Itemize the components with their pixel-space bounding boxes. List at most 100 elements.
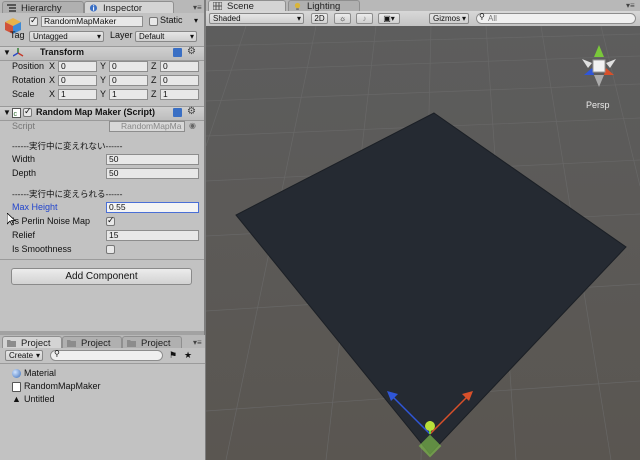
script-enabled-checkbox[interactable] <box>23 106 32 117</box>
help-book-icon[interactable] <box>173 108 182 117</box>
panel-menu-icon[interactable]: ▾≡ <box>193 3 202 12</box>
position-y-label[interactable]: Y <box>100 61 106 72</box>
rotation-z-label[interactable]: Z <box>151 75 157 86</box>
mode-2d-toggle[interactable]: 2D <box>311 13 328 24</box>
folder-icon <box>127 340 136 347</box>
scene-search-input[interactable]: All <box>476 13 636 24</box>
position-y-field[interactable]: 0 <box>109 61 148 72</box>
project-search-input[interactable] <box>50 350 163 361</box>
help-book-icon[interactable] <box>173 48 182 57</box>
scale-y-field[interactable]: 1 <box>109 89 148 100</box>
tab-scene[interactable]: Scene <box>208 0 286 12</box>
image-icon: ▣▾ <box>383 14 395 23</box>
folder-icon <box>7 340 16 347</box>
transform-header[interactable]: ▼ Transform ⚙ <box>0 46 205 61</box>
rotation-y-field[interactable]: 0 <box>109 75 148 86</box>
scale-y-label[interactable]: Y <box>100 89 106 100</box>
depth-field[interactable]: 50 <box>106 168 199 179</box>
shading-mode-dropdown[interactable]: Shaded <box>209 13 304 24</box>
grid-icon <box>213 2 222 10</box>
position-label: Position <box>12 61 45 71</box>
hierarchy-icon <box>7 4 16 12</box>
tab-lighting[interactable]: Lighting <box>288 0 360 12</box>
static-dropdown-icon[interactable]: ▾ <box>194 16 198 25</box>
orientation-gizmo[interactable] <box>574 41 624 91</box>
transform-icon <box>13 48 24 57</box>
active-checkbox[interactable] <box>29 15 38 26</box>
tag-dropdown[interactable]: Untagged <box>29 31 104 42</box>
position-z-field[interactable]: 0 <box>160 61 199 72</box>
search-icon: ⚲ <box>54 349 60 358</box>
max-height-field[interactable]: 0.55 <box>106 202 199 213</box>
scene-view[interactable]: Shaded 2D ☼ ♪ ▣▾ Gizmos All ⚲ <box>206 11 640 460</box>
static-checkbox[interactable] <box>149 17 158 26</box>
smoothness-checkbox[interactable] <box>106 245 115 254</box>
panel-menu-icon[interactable]: ▾≡ <box>626 1 635 10</box>
create-dropdown[interactable]: Create <box>5 350 43 361</box>
object-picker-icon[interactable]: ◉ <box>189 121 196 130</box>
rotation-x-field[interactable]: 0 <box>58 75 97 86</box>
gear-icon[interactable]: ⚙ <box>187 46 196 57</box>
scale-z-label[interactable]: Z <box>151 89 157 100</box>
audio-toggle[interactable]: ♪ <box>356 13 373 24</box>
filter-by-type-icon[interactable]: ⚑ <box>169 350 177 361</box>
position-x-label[interactable]: X <box>49 61 55 72</box>
panel-menu-icon[interactable]: ▾≡ <box>193 338 202 347</box>
material-icon <box>12 369 21 378</box>
unity-scene-icon: ▲ <box>12 394 21 404</box>
script-icon: c <box>12 108 21 118</box>
width-field[interactable]: 50 <box>106 154 199 165</box>
left-tab-bar: Hierarchy Inspector ▾≡ <box>0 0 205 14</box>
list-item[interactable]: Material <box>12 367 56 379</box>
info-icon <box>89 4 98 12</box>
list-item[interactable]: ▲ Untitled <box>12 393 55 405</box>
rotation-label: Rotation <box>12 75 46 85</box>
lighting-toggle[interactable]: ☼ <box>334 13 351 24</box>
scale-x-field[interactable]: 1 <box>58 89 97 100</box>
inspector-panel: RandomMapMaker Static ▾ Tag Untagged Lay… <box>0 13 205 331</box>
svg-text:c: c <box>14 111 18 118</box>
scale-x-label[interactable]: X <box>49 89 55 100</box>
script-icon <box>12 382 21 392</box>
scale-label: Scale <box>12 89 35 99</box>
relief-field[interactable]: 15 <box>106 230 199 241</box>
list-item[interactable]: RandomMapMaker <box>12 380 101 392</box>
projection-label[interactable]: Persp <box>586 100 610 110</box>
position-x-field[interactable]: 0 <box>58 61 97 72</box>
sun-icon: ☼ <box>338 14 347 23</box>
gear-icon[interactable]: ⚙ <box>187 106 196 117</box>
perlin-noise-checkbox[interactable] <box>106 215 115 226</box>
foldout-arrow-icon[interactable]: ▼ <box>3 108 11 117</box>
position-z-label[interactable]: Z <box>151 61 157 72</box>
section-header-runtime: ------実行中に変えられる------ <box>12 189 123 199</box>
gizmos-dropdown[interactable]: Gizmos <box>429 13 469 24</box>
perlin-noise-label: Is Perlin Noise Map <box>12 216 91 226</box>
max-height-label: Max Height <box>12 202 58 212</box>
width-label: Width <box>12 154 36 164</box>
rotation-y-label[interactable]: Y <box>100 75 106 86</box>
light-bulb-icon <box>294 2 301 10</box>
speaker-icon: ♪ <box>362 14 367 23</box>
static-label: Static <box>160 15 183 25</box>
script-component-title: Random Map Maker (Script) <box>36 107 156 117</box>
project-panel: Create ⚲ ⚑ ★ Material RandomMapMaker ▲ U… <box>0 348 205 460</box>
scale-z-field[interactable]: 1 <box>160 89 199 100</box>
rotation-x-label[interactable]: X <box>49 75 55 86</box>
smoothness-label: Is Smoothness <box>12 244 72 254</box>
add-component-button[interactable]: Add Component <box>11 268 192 285</box>
script-component-header[interactable]: ▼ c Random Map Maker (Script) ⚙ <box>0 106 205 121</box>
object-name-field[interactable]: RandomMapMaker <box>41 16 143 27</box>
divider <box>0 363 205 364</box>
section-header-readonly: ------実行中に変えれない------ <box>12 141 123 151</box>
depth-label: Depth <box>12 168 37 178</box>
effects-dropdown[interactable]: ▣▾ <box>378 13 400 24</box>
relief-label: Relief <box>12 230 36 240</box>
rotation-z-field[interactable]: 0 <box>160 75 199 86</box>
filter-by-label-icon[interactable]: ★ <box>184 350 192 361</box>
divider <box>0 259 205 260</box>
project-item-label: RandomMapMaker <box>24 381 101 391</box>
foldout-arrow-icon[interactable]: ▼ <box>3 48 11 57</box>
layer-dropdown[interactable]: Default <box>135 31 197 42</box>
script-label: Script <box>12 121 36 131</box>
scene-toolbar: Shaded 2D ☼ ♪ ▣▾ Gizmos All ⚲ <box>206 11 640 27</box>
